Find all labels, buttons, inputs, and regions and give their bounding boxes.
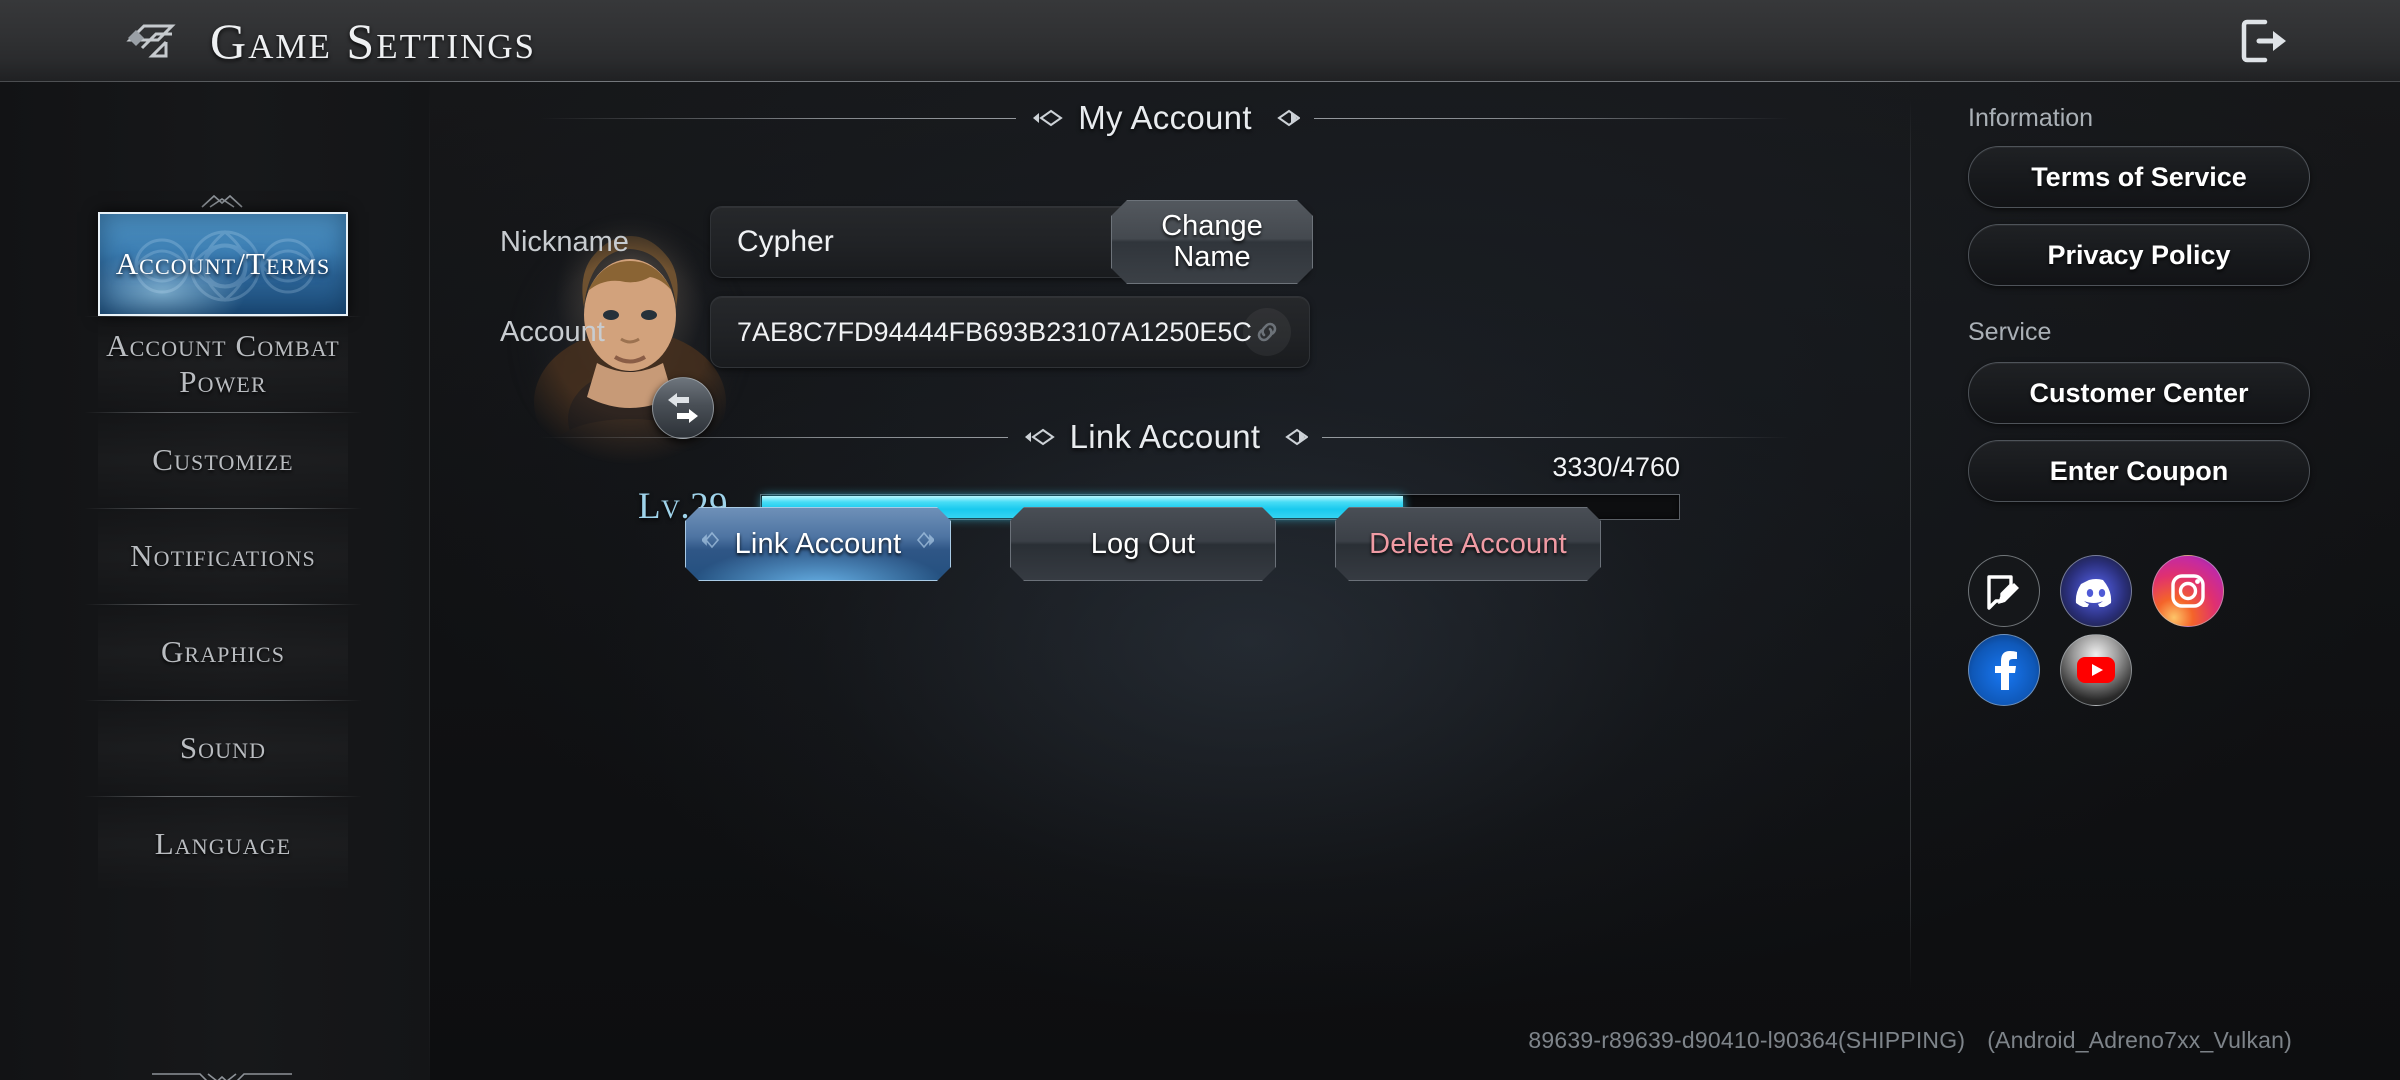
sidebar-item-label: Notifications bbox=[130, 538, 316, 573]
divider-line-left bbox=[540, 436, 1008, 438]
button-label: Enter Coupon bbox=[2049, 455, 2229, 486]
account-id-field[interactable]: 7AE8C7FD94444FB693B23107A1250E5C bbox=[710, 296, 1310, 368]
sidebar-item-label: Graphics bbox=[160, 634, 286, 669]
sidebar-item-account-combat-power[interactable]: Account Combat Power bbox=[84, 316, 362, 412]
diamond-ornament-left-icon bbox=[1022, 427, 1056, 447]
main-content: My Account Nickname Cypher Change Name A… bbox=[430, 82, 1910, 1080]
sidebar-item-graphics[interactable]: Graphics bbox=[84, 604, 362, 700]
exit-icon[interactable] bbox=[2236, 13, 2292, 69]
page-title: Game Settings bbox=[210, 12, 537, 69]
platform-string: (Android_Adreno7xx_Vulkan) bbox=[1987, 1027, 2292, 1053]
instagram-icon[interactable] bbox=[2152, 555, 2224, 627]
sidebar-item-customize[interactable]: Customize bbox=[84, 412, 362, 508]
build-version-text: 89639-r89639-d90410-l90364(SHIPPING) (An… bbox=[1528, 1027, 2292, 1054]
build-string: 89639-r89639-d90410-l90364(SHIPPING) bbox=[1528, 1027, 1966, 1053]
nickname-label: Nickname bbox=[500, 225, 629, 258]
service-group-title: Service bbox=[1968, 318, 2052, 346]
youtube-icon[interactable] bbox=[2060, 634, 2132, 706]
delete-account-button[interactable]: Delete Account bbox=[1335, 507, 1601, 581]
terms-of-service-button[interactable]: Terms of Service bbox=[1968, 146, 2310, 208]
sidebar-item-sound[interactable]: Sound bbox=[84, 700, 362, 796]
button-label: Terms of Service bbox=[2031, 161, 2247, 192]
info-service-panel: Information Terms of Service Privacy Pol… bbox=[1910, 82, 2400, 1080]
button-label: Privacy Policy bbox=[2047, 239, 2231, 270]
sidebar-item-account-terms[interactable]: Account/Terms bbox=[98, 212, 348, 316]
section-title: Link Account bbox=[1069, 418, 1261, 455]
forum-edit-icon[interactable] bbox=[1968, 555, 2040, 627]
sidebar-item-label: Account Combat Power bbox=[106, 328, 340, 399]
divider-line-right bbox=[1322, 436, 1791, 438]
button-label: Link Account bbox=[734, 527, 902, 560]
sidebar-nav: Account/Terms Account Combat Power Custo… bbox=[0, 82, 430, 1080]
sidebar-item-label: Account/Terms bbox=[115, 246, 331, 281]
diamond-ornament-right-icon bbox=[1266, 108, 1300, 128]
change-name-button[interactable]: Change Name bbox=[1111, 200, 1313, 284]
sidebar-bottom-ornament-icon bbox=[112, 1070, 332, 1080]
facebook-icon[interactable] bbox=[1968, 634, 2040, 706]
link-account-section-header: Link Account bbox=[540, 415, 1791, 459]
account-row: Account 7AE8C7FD94444FB693B23107A1250E5C bbox=[500, 296, 1310, 368]
section-title: My Account bbox=[1078, 99, 1252, 136]
change-name-line1: Change bbox=[1161, 209, 1263, 242]
account-id-value: 7AE8C7FD94444FB693B23107A1250E5C bbox=[737, 316, 1252, 347]
diamond-ornament-right-icon bbox=[1274, 427, 1309, 447]
button-label: Delete Account bbox=[1369, 527, 1567, 560]
nickname-field[interactable]: Cypher Change Name bbox=[710, 206, 1310, 278]
divider-line-right bbox=[1313, 117, 1791, 119]
diamond-ornament-left-icon bbox=[1030, 108, 1064, 128]
discord-icon[interactable] bbox=[2060, 555, 2132, 627]
sidebar-item-list: Account/Terms Account Combat Power Custo… bbox=[84, 212, 362, 892]
customer-center-button[interactable]: Customer Center bbox=[1968, 362, 2310, 424]
information-group-title: Information bbox=[1968, 104, 2094, 132]
privacy-policy-button[interactable]: Privacy Policy bbox=[1968, 224, 2310, 286]
button-label: Customer Center bbox=[2029, 377, 2249, 408]
game-logo-icon bbox=[122, 10, 184, 72]
diamond-decor-right-icon bbox=[914, 525, 934, 563]
app-header: Game Settings bbox=[0, 0, 2400, 82]
log-out-button[interactable]: Log Out bbox=[1010, 507, 1276, 581]
change-name-line2: Name bbox=[1173, 241, 1251, 273]
sidebar-item-language[interactable]: Language bbox=[84, 796, 362, 892]
sidebar-item-notifications[interactable]: Notifications bbox=[84, 508, 362, 604]
link-icon[interactable] bbox=[1243, 308, 1291, 356]
button-label: Log Out bbox=[1090, 527, 1196, 560]
account-label: Account bbox=[500, 315, 605, 348]
my-account-section-header: My Account bbox=[540, 96, 1791, 140]
sidebar-top-ornament-icon bbox=[112, 190, 332, 212]
sidebar-item-label: Sound bbox=[179, 730, 267, 765]
sidebar-item-label: Language bbox=[154, 826, 292, 861]
divider-line-left bbox=[540, 117, 1017, 119]
enter-coupon-button[interactable]: Enter Coupon bbox=[1968, 440, 2310, 502]
sidebar-item-label: Customize bbox=[152, 442, 294, 477]
nickname-value: Cypher bbox=[737, 225, 834, 258]
diamond-decor-left-icon bbox=[702, 525, 722, 563]
link-account-button[interactable]: Link Account bbox=[685, 507, 951, 581]
nickname-row: Nickname Cypher Change Name bbox=[500, 206, 1310, 278]
settings-body: Account/Terms Account Combat Power Custo… bbox=[0, 82, 2400, 1080]
